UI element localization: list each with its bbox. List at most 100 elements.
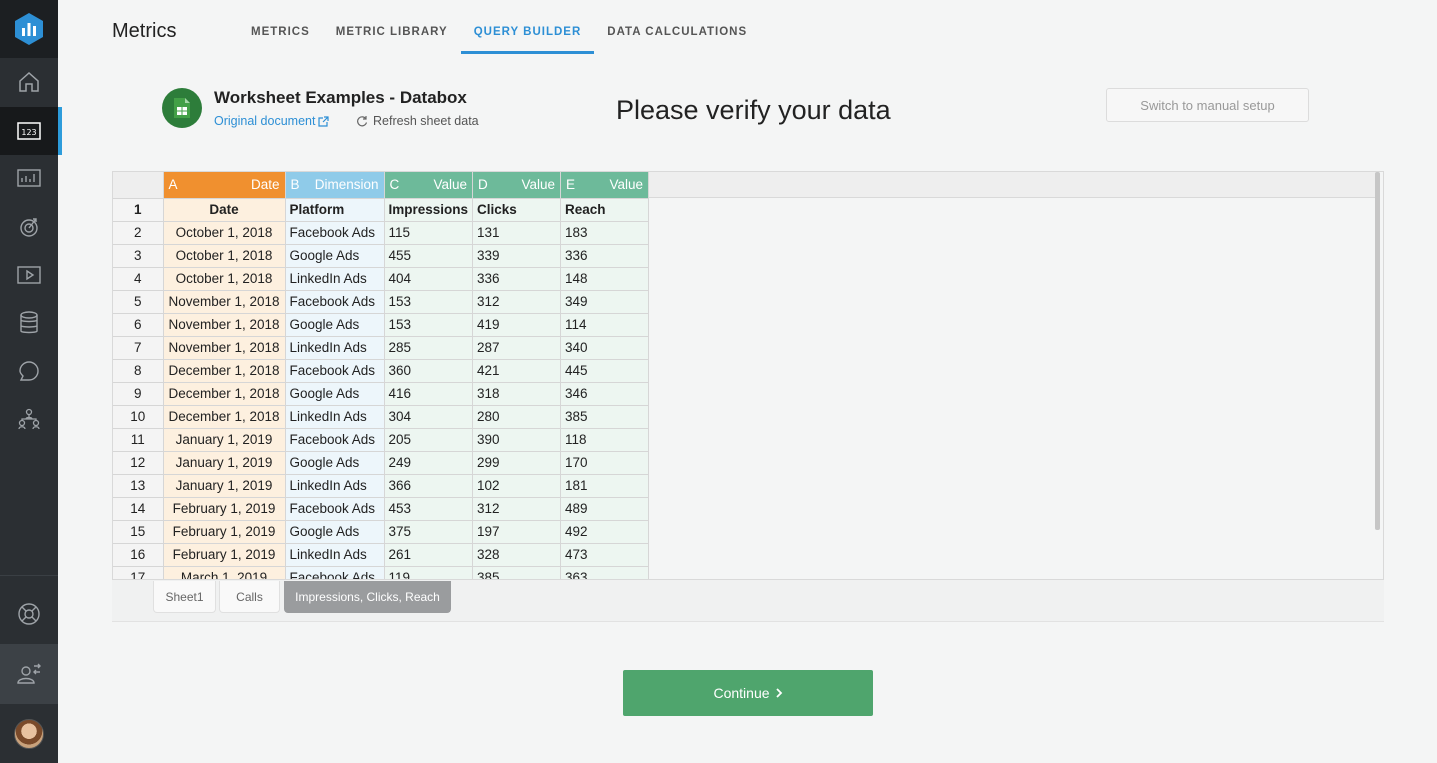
refresh-sheet-button[interactable]: Refresh sheet data (356, 114, 479, 128)
goals-target-icon[interactable] (0, 203, 58, 251)
table-cell: 360 (384, 359, 474, 383)
row-number: 13 (113, 474, 164, 498)
sheet-tab-calls[interactable]: Calls (219, 581, 280, 613)
row-number: 14 (113, 497, 164, 521)
row-number: 3 (113, 244, 164, 268)
row-number: 5 (113, 290, 164, 314)
dashboard-icon[interactable] (0, 155, 58, 203)
table-cell: December 1, 2018 (163, 359, 286, 383)
verify-heading: Please verify your data (616, 95, 891, 125)
grid-body: 1 Date Platform Impressions Clicks Reach… (113, 198, 650, 579)
table-cell: 118 (560, 428, 650, 452)
table-cell: Impressions (384, 198, 474, 222)
table-cell: October 1, 2018 (163, 267, 286, 291)
column-header-a[interactable]: A Date (163, 172, 286, 199)
table-cell: 102 (472, 474, 562, 498)
table-cell: LinkedIn Ads (285, 267, 385, 291)
table-row: 13 January 1, 2019 LinkedIn Ads 366 102 181 (113, 474, 650, 498)
table-cell: 280 (472, 405, 562, 429)
table-cell: 421 (472, 359, 562, 383)
sidebar-divider (0, 575, 58, 576)
table-cell: 385 (560, 405, 650, 429)
row-number: 10 (113, 405, 164, 429)
table-row: 16 February 1, 2019 LinkedIn Ads 261 328 473 (113, 543, 650, 567)
tab-query-builder[interactable]: QUERY BUILDER (460, 24, 595, 54)
row-number: 6 (113, 313, 164, 337)
table-cell: January 1, 2019 (163, 474, 286, 498)
table-cell: January 1, 2019 (163, 428, 286, 452)
table-cell: 312 (472, 290, 562, 314)
table-cell: Clicks (472, 198, 562, 222)
table-row: 2 October 1, 2018 Facebook Ads 115 131 183 (113, 221, 650, 245)
table-cell: 304 (384, 405, 474, 429)
table-cell: November 1, 2018 (163, 290, 286, 314)
table-cell: Reach (560, 198, 650, 222)
table-cell: Facebook Ads (285, 290, 385, 314)
sheet-tab-sheet1[interactable]: Sheet1 (153, 581, 216, 613)
table-cell: 489 (560, 497, 650, 521)
data-preview-grid[interactable]: A Date B Dimension C Value D Value E Value 1 … (112, 171, 1384, 580)
table-row: 6 November 1, 2018 Google Ads 153 419 114 (113, 313, 650, 337)
user-switch-icon[interactable] (0, 644, 58, 704)
table-cell: 349 (560, 290, 650, 314)
row-number: 4 (113, 267, 164, 291)
team-org-icon[interactable] (0, 395, 58, 443)
table-cell: March 1, 2019 (163, 566, 286, 579)
database-icon[interactable] (0, 299, 58, 347)
continue-button[interactable]: Continue (623, 670, 873, 716)
grid-scrollbar[interactable] (1375, 172, 1380, 530)
help-lifebuoy-icon[interactable] (0, 590, 58, 638)
table-row: 5 November 1, 2018 Facebook Ads 153 312 349 (113, 290, 650, 314)
table-cell: LinkedIn Ads (285, 405, 385, 429)
document-title: Worksheet Examples - Databox (214, 88, 467, 107)
table-cell: LinkedIn Ads (285, 474, 385, 498)
alerts-bubble-icon[interactable] (0, 347, 58, 395)
table-cell: Google Ads (285, 313, 385, 337)
table-cell: 249 (384, 451, 474, 475)
video-player-icon[interactable] (0, 251, 58, 299)
tab-data-calculations[interactable]: DATA CALCULATIONS (594, 24, 760, 54)
sidebar: 123 (0, 0, 62, 763)
switch-manual-setup-button[interactable]: Switch to manual setup (1106, 88, 1309, 122)
refresh-label: Refresh sheet data (373, 114, 479, 128)
table-cell: 119 (384, 566, 474, 579)
tab-metric-library[interactable]: METRIC LIBRARY (323, 24, 461, 54)
table-cell: 131 (472, 221, 562, 245)
table-cell: LinkedIn Ads (285, 336, 385, 360)
table-cell: Date (163, 198, 286, 222)
table-cell: 318 (472, 382, 562, 406)
home-icon[interactable] (0, 58, 58, 106)
column-letter: A (168, 177, 178, 193)
row-number: 1 (113, 198, 164, 222)
table-row: 9 December 1, 2018 Google Ads 416 318 346 (113, 382, 650, 406)
table-cell: 455 (384, 244, 474, 268)
table-cell: 445 (560, 359, 650, 383)
user-avatar[interactable] (0, 710, 58, 758)
table-cell: 453 (384, 497, 474, 521)
original-document-link[interactable]: Original document (214, 114, 330, 128)
table-cell: 339 (472, 244, 562, 268)
table-cell: November 1, 2018 (163, 313, 286, 337)
nav-tabs: METRICS METRIC LIBRARY QUERY BUILDER DAT… (238, 24, 760, 54)
table-cell: 328 (472, 543, 562, 567)
column-type: Value (433, 177, 468, 193)
table-cell: Facebook Ads (285, 221, 385, 245)
table-cell: 473 (560, 543, 650, 567)
table-cell: Facebook Ads (285, 497, 385, 521)
table-cell: 390 (472, 428, 562, 452)
google-sheets-icon (162, 88, 202, 128)
column-header-e[interactable]: E Value (560, 172, 650, 199)
column-letter: C (389, 177, 400, 193)
column-header-d[interactable]: D Value (472, 172, 562, 199)
table-cell: 261 (384, 543, 474, 567)
sheet-tab-impressions-clicks-reach[interactable]: Impressions, Clicks, Reach (284, 581, 451, 613)
table-cell: 287 (472, 336, 562, 360)
column-header-c[interactable]: C Value (384, 172, 474, 199)
table-cell: February 1, 2019 (163, 520, 286, 544)
databox-logo-icon[interactable] (0, 0, 58, 58)
row-number: 17 (113, 566, 164, 579)
table-cell: Google Ads (285, 382, 385, 406)
metrics-123-icon[interactable]: 123 (0, 107, 62, 155)
column-header-b[interactable]: B Dimension (285, 172, 385, 199)
tab-metrics[interactable]: METRICS (238, 24, 323, 54)
